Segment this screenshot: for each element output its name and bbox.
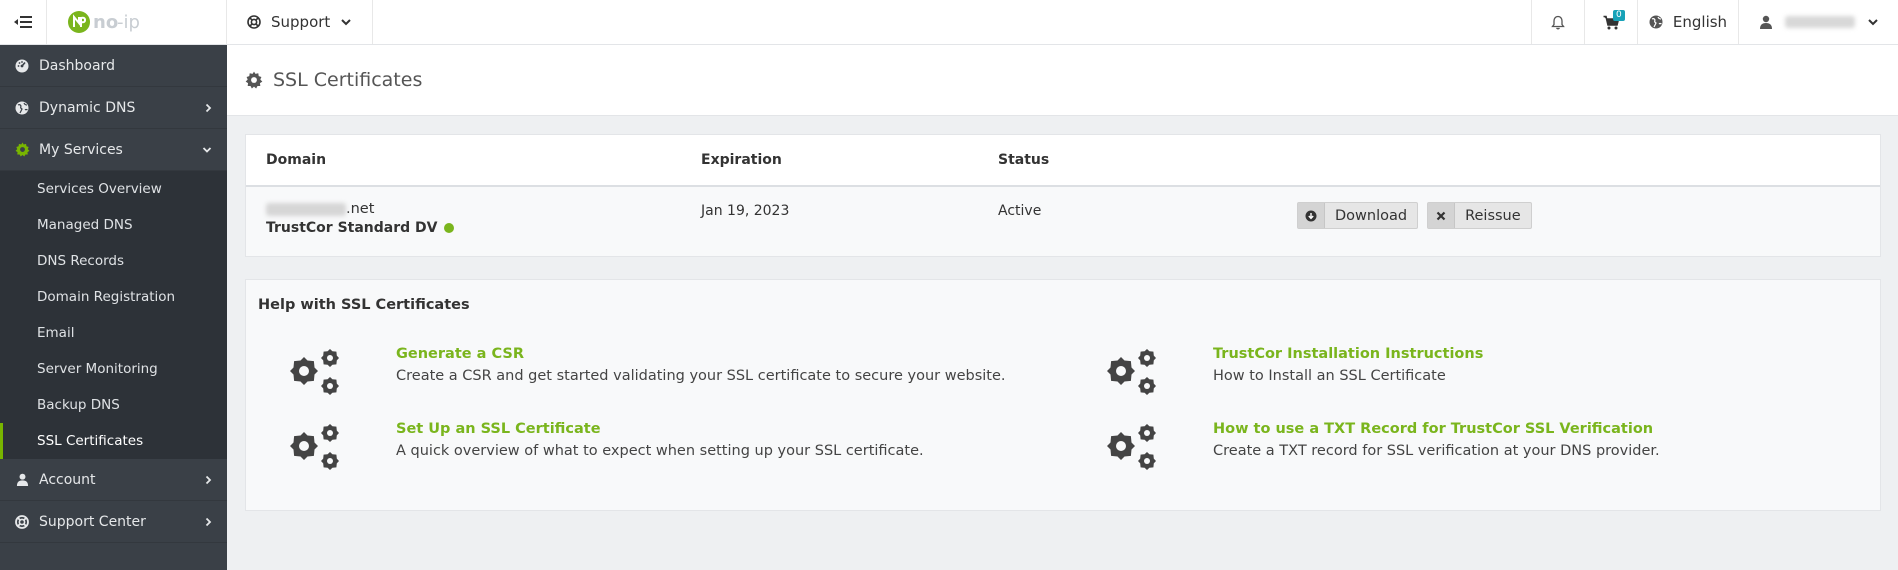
cart-count-badge: 0 <box>1613 10 1625 21</box>
language-label: English <box>1672 13 1728 31</box>
sidebar-item-dynamic-dns[interactable]: Dynamic DNS <box>0 87 227 129</box>
download-label: Download <box>1335 207 1408 224</box>
column-header-domain: Domain <box>266 152 327 168</box>
notifications-button[interactable] <box>1531 0 1584 44</box>
lifebuoy-icon <box>14 514 30 530</box>
sidebar-subitem-managed-dns[interactable]: Managed DNS <box>0 207 227 243</box>
help-link-set-up-ssl[interactable]: Set Up an SSL Certificate <box>396 421 924 437</box>
chevron-down-icon <box>1867 19 1878 26</box>
sidebar-subitem-backup-dns[interactable]: Backup DNS <box>0 387 227 423</box>
download-icon <box>1298 203 1325 228</box>
language-selector[interactable]: English <box>1637 0 1738 44</box>
status-dot-icon <box>443 223 454 233</box>
certificate-type-label: TrustCor Standard DV <box>266 220 438 236</box>
sidebar-item-label: Account <box>39 471 96 488</box>
support-label: Support <box>271 13 331 31</box>
domain-name: .net <box>266 201 454 217</box>
gears-icon <box>1107 424 1156 470</box>
globe-icon <box>14 100 30 116</box>
gear-icon <box>245 71 263 89</box>
reissue-button[interactable]: Reissue <box>1427 202 1532 229</box>
sidebar-subitem-email[interactable]: Email <box>0 315 227 351</box>
help-description: Create a CSR and get started validating … <box>396 368 1006 384</box>
domain-suffix: .net <box>346 201 375 217</box>
menu-collapse-icon <box>14 16 32 28</box>
help-link-generate-csr[interactable]: Generate a CSR <box>396 346 1006 362</box>
status-text: Active <box>998 203 1042 219</box>
download-button[interactable]: Download <box>1297 202 1419 229</box>
sidebar-item-my-services[interactable]: My Services <box>0 129 227 171</box>
chevron-right-icon <box>205 475 212 484</box>
gears-icon <box>290 349 339 395</box>
lifebuoy-icon <box>247 15 261 29</box>
noip-logo[interactable]: no -ip <box>47 0 227 44</box>
sidebar-subitem-ssl-certificates[interactable]: SSL Certificates <box>0 423 227 459</box>
cart-button[interactable]: 0 <box>1584 0 1637 44</box>
help-item-text: Set Up an SSL Certificate A quick overvi… <box>396 421 924 459</box>
bell-icon <box>1551 15 1565 29</box>
my-services-submenu: Services Overview Managed DNS DNS Record… <box>0 171 227 459</box>
expiration-date: Jan 19, 2023 <box>701 203 790 219</box>
svg-text:no: no <box>93 12 118 33</box>
globe-icon <box>1649 15 1663 29</box>
support-dropdown[interactable]: Support <box>227 0 374 44</box>
sidebar-item-label: Dashboard <box>39 57 115 74</box>
page-title: SSL Certificates <box>273 69 423 91</box>
help-link-txt-record[interactable]: How to use a TXT Record for TrustCor SSL… <box>1213 421 1660 437</box>
table-row: .net TrustCor Standard DV Jan 19, 2023 A… <box>246 187 1880 256</box>
chevron-down-icon <box>341 19 352 26</box>
sidebar-subitem-domain-registration[interactable]: Domain Registration <box>0 279 227 315</box>
help-description: How to Install an SSL Certificate <box>1213 368 1446 384</box>
certificate-type: TrustCor Standard DV <box>266 220 454 236</box>
dashboard-icon <box>14 58 30 74</box>
chevron-right-icon <box>205 517 212 526</box>
noip-logo-mark: no -ip <box>68 11 140 33</box>
reissue-label: Reissue <box>1465 207 1521 224</box>
page-header: SSL Certificates <box>227 45 1898 116</box>
sidebar-subitem-dns-records[interactable]: DNS Records <box>0 243 227 279</box>
sidebar-item-support-center[interactable]: Support Center <box>0 501 227 543</box>
close-icon <box>1428 203 1456 228</box>
help-item-text: Generate a CSR Create a CSR and get star… <box>396 346 1006 384</box>
chevron-down-icon <box>202 146 212 153</box>
svg-text:-ip: -ip <box>117 12 140 33</box>
sidebar-item-label: Dynamic DNS <box>39 99 136 116</box>
domain-redacted <box>266 202 346 216</box>
help-description: Create a TXT record for SSL verification… <box>1213 443 1660 459</box>
column-header-expiration: Expiration <box>701 152 782 168</box>
username-redacted <box>1784 16 1855 28</box>
sidebar-toggle-button[interactable] <box>0 0 47 44</box>
sidebar: Dashboard Dynamic DNS My Services Servic… <box>0 45 227 570</box>
help-section: Help with SSL Certificates Generate a CS… <box>245 279 1881 511</box>
table-header: Domain Expiration Status <box>246 135 1880 187</box>
gear-icon <box>14 142 30 158</box>
gears-icon <box>1107 349 1156 395</box>
sidebar-item-account[interactable]: Account <box>0 459 227 501</box>
top-bar: no -ip Support 0 English <box>0 0 1898 45</box>
certificates-table: Domain Expiration Status .net TrustCor S… <box>245 134 1881 257</box>
domain-cell: .net TrustCor Standard DV <box>266 201 454 236</box>
row-actions: Download Reissue <box>1297 202 1532 229</box>
gears-icon <box>290 424 339 470</box>
sidebar-subitem-server-monitoring[interactable]: Server Monitoring <box>0 351 227 387</box>
help-item-text: TrustCor Installation Instructions How t… <box>1213 346 1483 384</box>
user-menu[interactable] <box>1738 0 1898 44</box>
sidebar-item-label: Support Center <box>39 513 146 530</box>
column-header-status: Status <box>998 152 1050 168</box>
sidebar-item-dashboard[interactable]: Dashboard <box>0 45 227 87</box>
sidebar-subitem-services-overview[interactable]: Services Overview <box>0 171 227 207</box>
help-item-text: How to use a TXT Record for TrustCor SSL… <box>1213 421 1660 459</box>
chevron-right-icon <box>205 103 212 112</box>
help-link-trustcor-installation[interactable]: TrustCor Installation Instructions <box>1213 346 1483 362</box>
sidebar-item-label: My Services <box>39 141 123 158</box>
user-icon <box>14 472 30 488</box>
user-icon <box>1759 15 1772 29</box>
help-description: A quick overview of what to expect when … <box>396 443 924 459</box>
help-title: Help with SSL Certificates <box>258 297 470 313</box>
